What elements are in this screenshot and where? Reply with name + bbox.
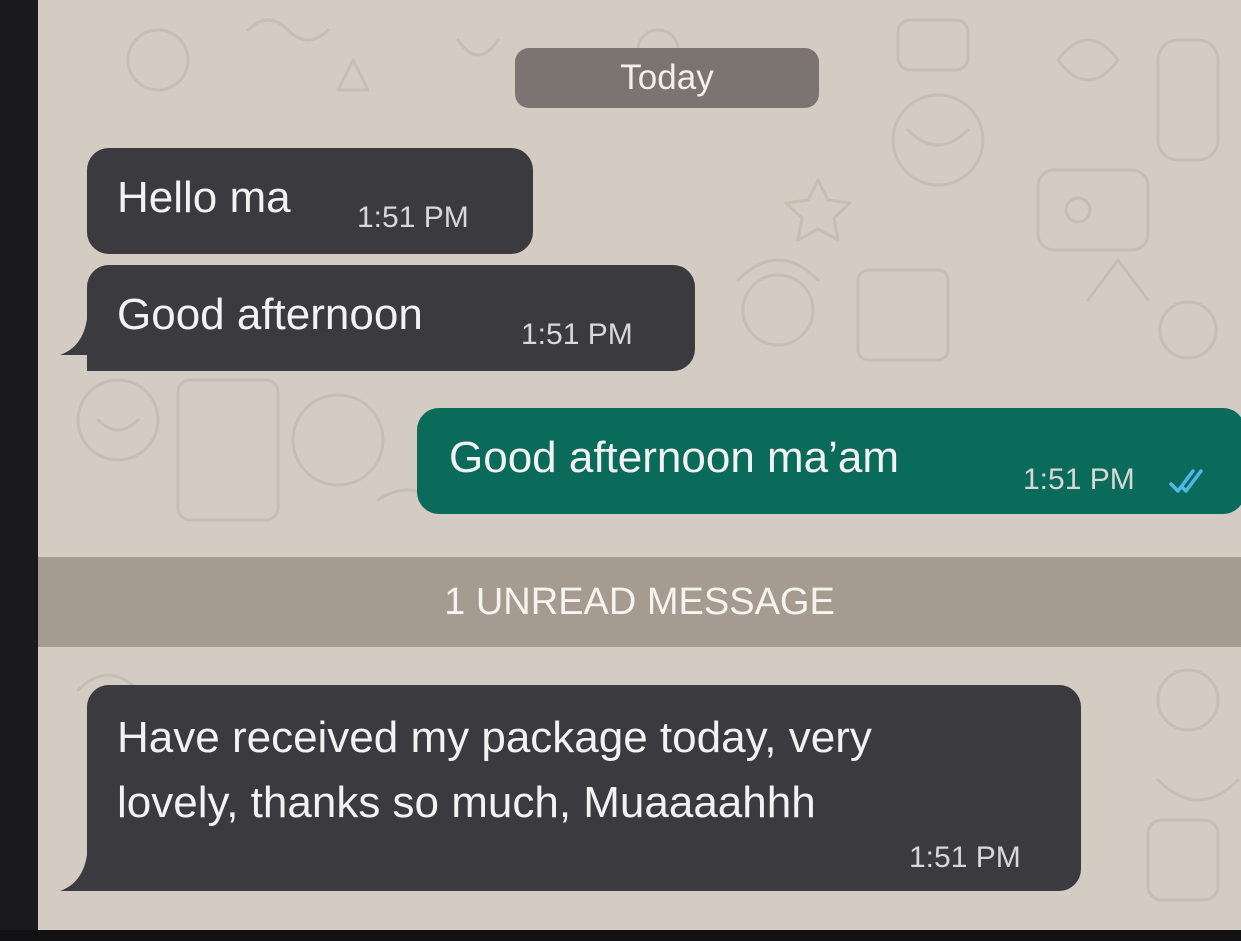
message-text: Hello ma [117, 173, 291, 222]
message-text-line: lovely, thanks so much, Muaaaahhh [117, 778, 816, 827]
message-bubble-incoming[interactable]: Have received my package today, very lov… [87, 685, 1081, 891]
message-text-line: Have received my package today, very [117, 713, 872, 762]
message-timestamp: 1:51 PM [521, 318, 633, 351]
message-bubble-outgoing[interactable]: Good afternoon ma’am 1:51 PM [417, 408, 1241, 514]
message-text: Good afternoon [117, 290, 423, 339]
message-bubble-incoming[interactable]: Hello ma 1:51 PM [87, 148, 533, 254]
unread-messages-banner: 1 UNREAD MESSAGE [38, 557, 1241, 647]
whatsapp-chat-screen: Today Hello ma 1:51 PM Good afternoon 1:… [0, 0, 1241, 941]
double-check-icon [1169, 469, 1203, 493]
message-timestamp: 1:51 PM [1023, 463, 1135, 496]
bottom-edge [0, 930, 1241, 941]
chat-window[interactable]: Today Hello ma 1:51 PM Good afternoon 1:… [38, 0, 1241, 930]
message-bubble-incoming[interactable]: Good afternoon 1:51 PM [87, 265, 695, 371]
date-separator: Today [515, 48, 819, 108]
message-text: Good afternoon ma’am [449, 433, 900, 482]
message-timestamp: 1:51 PM [357, 201, 469, 234]
message-timestamp: 1:51 PM [909, 841, 1021, 874]
